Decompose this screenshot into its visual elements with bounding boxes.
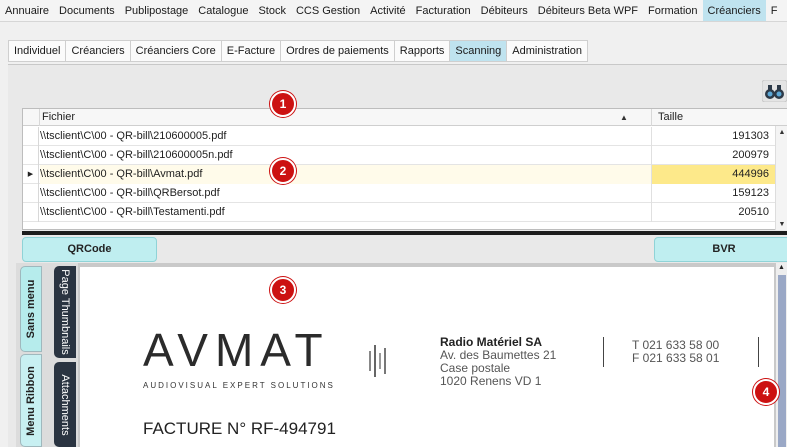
marker-3: 3 <box>270 277 296 303</box>
table-row[interactable]: \\tsclient\C\00 - QR-bill\210600005n.pdf… <box>23 146 775 165</box>
qrcode-button[interactable]: QRCode <box>22 237 157 262</box>
menu-creanciers[interactable]: Créanciers <box>702 0 766 21</box>
menu-debiteurs[interactable]: Débiteurs <box>476 0 533 21</box>
tab-scanning[interactable]: Scanning <box>450 40 508 62</box>
divider <box>758 337 759 367</box>
scroll-up-icon[interactable]: ▲ <box>776 128 787 138</box>
tab-creanciers[interactable]: Créanciers <box>66 40 131 62</box>
menu-more[interactable]: F <box>766 0 783 21</box>
company-logo: AVMAT <box>143 324 330 376</box>
table-row[interactable]: \\tsclient\C\00 - QR-bill\Testamenti.pdf… <box>23 203 775 222</box>
tab-e-facture[interactable]: E-Facture <box>221 40 282 62</box>
tab-page-thumbnails[interactable]: Page Thumbnails <box>54 266 76 358</box>
sub-tabs: Individuel Créanciers Créanciers Core E-… <box>8 40 588 62</box>
cell-fichier: \\tsclient\C\00 - QR-bill\QRBersot.pdf <box>40 187 220 199</box>
cell-taille: 444996 <box>651 165 775 184</box>
viewer-scrollbar[interactable]: ▲ <box>776 263 787 447</box>
cell-taille: 20510 <box>651 203 775 222</box>
table-row-selected[interactable]: ▶ \\tsclient\C\00 - QR-bill\Avmat.pdf 44… <box>23 165 775 184</box>
cell-fichier: \\tsclient\C\00 - QR-bill\210600005n.pdf <box>40 149 233 161</box>
address-line: 1020 Renens VD 1 <box>440 374 542 388</box>
column-header-taille[interactable]: Taille <box>651 109 775 126</box>
marker-4: 4 <box>753 379 779 405</box>
cell-taille: 159123 <box>651 184 775 203</box>
column-header-fichier[interactable]: Fichier <box>39 109 651 126</box>
menu-stock[interactable]: Stock <box>253 0 291 21</box>
invoice-title: FACTURE N° RF-494791 <box>143 419 336 438</box>
tab-label: Menu Ribbon <box>25 365 37 436</box>
marker-1: 1 <box>270 91 296 117</box>
menu-formation[interactable]: Formation <box>643 0 703 21</box>
grid-header: Fichier ▲ Taille <box>23 109 787 126</box>
tab-sans-menu[interactable]: Sans menu <box>20 266 42 352</box>
tab-ordres-de-paiements[interactable]: Ordres de paiements <box>281 40 395 62</box>
cell-fichier: \\tsclient\C\00 - QR-bill\210600005.pdf <box>40 130 227 142</box>
cell-fichier: \\tsclient\C\00 - QR-bill\Avmat.pdf <box>40 165 651 184</box>
row-pointer-icon[interactable]: ▶ <box>23 165 39 184</box>
logo-bars-icon <box>368 345 392 377</box>
menu-catalogue[interactable]: Catalogue <box>193 0 253 21</box>
menu-facturation[interactable]: Facturation <box>411 0 476 21</box>
company-phones: T 021 633 58 00 F 021 633 58 01 <box>632 339 719 365</box>
tab-individuel[interactable]: Individuel <box>8 40 67 62</box>
menu-debiteurs-beta-wpf[interactable]: Débiteurs Beta WPF <box>533 0 643 21</box>
company-address: Radio Matériel SA Av. des Baumettes 21 C… <box>440 336 556 388</box>
cell-taille: 200979 <box>651 146 775 165</box>
scrollbar-thumb[interactable] <box>778 275 786 447</box>
menu-documents[interactable]: Documents <box>54 0 120 21</box>
marker-2: 2 <box>270 158 296 184</box>
tab-administration[interactable]: Administration <box>507 40 588 62</box>
row-header[interactable] <box>23 203 39 222</box>
menu-ccs-gestion[interactable]: CCS Gestion <box>291 0 365 21</box>
tab-label: Attachments <box>59 373 71 436</box>
splitter[interactable] <box>22 231 787 235</box>
cell-fichier: \\tsclient\C\00 - QR-bill\Testamenti.pdf <box>40 206 225 218</box>
row-header[interactable] <box>23 146 39 165</box>
fax-line: F 021 633 58 01 <box>632 351 720 365</box>
logo-tagline: AUDIOVISUAL EXPERT SOLUTIONS <box>143 381 335 390</box>
tab-label: Sans menu <box>25 279 37 339</box>
row-header[interactable] <box>23 184 39 203</box>
bvr-button[interactable]: BVR <box>654 237 787 262</box>
binoculars-icon[interactable] <box>761 79 787 103</box>
top-menu: Annuaire Documents Publipostage Catalogu… <box>0 0 787 22</box>
tab-attachments[interactable]: Attachments <box>54 362 76 447</box>
table-row[interactable]: \\tsclient\C\00 - QR-bill\210600005.pdf … <box>23 127 775 146</box>
tab-creanciers-core[interactable]: Créanciers Core <box>130 40 222 62</box>
scroll-up-icon[interactable]: ▲ <box>776 263 787 273</box>
menu-publipostage[interactable]: Publipostage <box>120 0 194 21</box>
table-row[interactable]: \\tsclient\C\00 - QR-bill\QRBersot.pdf 1… <box>23 184 775 203</box>
grid-scrollbar[interactable]: ▲ ▼ <box>775 126 787 230</box>
scroll-down-icon[interactable]: ▼ <box>776 220 787 230</box>
menu-activite[interactable]: Activité <box>365 0 410 21</box>
menu-annuaire[interactable]: Annuaire <box>0 0 54 21</box>
row-header[interactable] <box>23 127 39 146</box>
cell-taille: 191303 <box>651 127 775 146</box>
tab-rapports[interactable]: Rapports <box>394 40 451 62</box>
divider <box>603 337 604 367</box>
sort-ascending-icon: ▲ <box>620 113 628 122</box>
tab-menu-ribbon[interactable]: Menu Ribbon <box>20 354 42 447</box>
tab-label: Page Thumbnails <box>59 269 71 355</box>
files-grid: Fichier ▲ Taille \\tsclient\C\00 - QR-bi… <box>22 108 787 230</box>
